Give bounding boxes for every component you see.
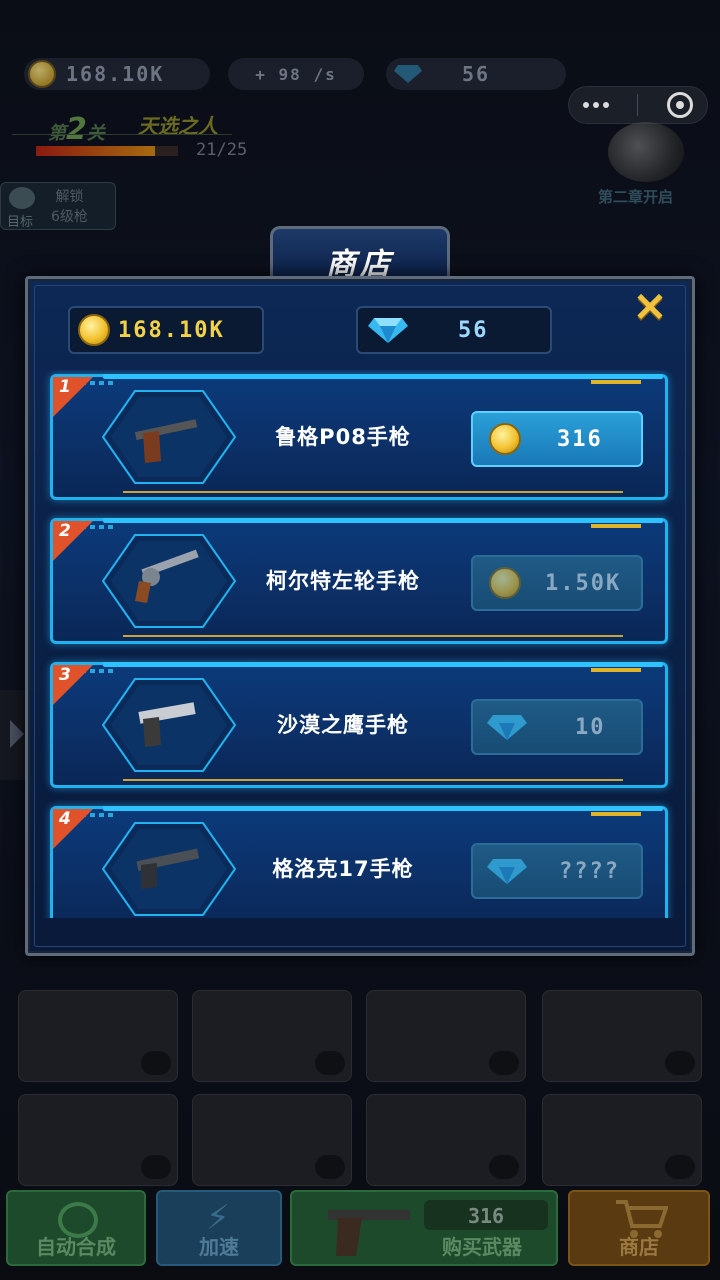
hud-gem-bar: 56	[386, 58, 566, 90]
buy-button[interactable]: 10	[471, 699, 643, 755]
shop-button[interactable]: 商店	[568, 1190, 710, 1266]
shop-item-list[interactable]: 1 鲁格P08手枪 316 2 柯尔特左轮手枪 1.50K 3 沙漠之鹰手枪 1…	[30, 370, 690, 918]
close-button[interactable]: ✕	[626, 288, 674, 328]
weapon-frame	[101, 678, 237, 772]
hud-coin-bar: 168.10K	[24, 58, 210, 90]
goal-box: 目标 解锁 6级枪	[0, 182, 116, 230]
buy-price: 316	[467, 1204, 505, 1228]
gem-icon	[394, 65, 422, 83]
buy-button[interactable]: ????	[471, 843, 643, 899]
buy-weapon-label: 购买武器	[442, 1235, 522, 1259]
coin-icon	[78, 314, 110, 346]
exp-text: 21/25	[196, 140, 248, 160]
gem-icon	[487, 859, 527, 884]
grid-slot[interactable]	[542, 990, 702, 1082]
speed-up-button[interactable]: ⚡ 加速	[156, 1190, 282, 1266]
coin-icon	[489, 567, 521, 599]
shop-label: 商店	[619, 1235, 659, 1259]
grid-slot[interactable]	[192, 990, 352, 1082]
exp-bar	[36, 146, 178, 156]
rank-number: 4	[59, 809, 71, 829]
buy-weapon-button[interactable]: 316 购买武器	[290, 1190, 558, 1266]
hud-income: + 98 /s	[255, 64, 337, 84]
chapter-planet-icon	[608, 122, 684, 182]
auto-merge-label: 自动合成	[36, 1235, 116, 1259]
item-name: 柯尔特左轮手枪	[266, 569, 420, 593]
level-indicator: 第2关	[48, 112, 105, 147]
grid-slot[interactable]	[18, 1094, 178, 1186]
gem-icon	[487, 715, 527, 740]
grid-slot[interactable]	[192, 1094, 352, 1186]
grid-slot[interactable]	[18, 990, 178, 1082]
shop-gem-box: 56	[356, 306, 552, 354]
weapon-frame	[101, 390, 237, 484]
buy-button[interactable]: 1.50K	[471, 555, 643, 611]
grid-slot[interactable]	[366, 1094, 526, 1186]
hud-coins: 168.10K	[66, 62, 165, 86]
grid-slot[interactable]	[542, 1094, 702, 1186]
hud-income-bar: + 98 /s	[228, 58, 364, 90]
goal-label: 目标	[7, 215, 34, 230]
item-price: 316	[557, 426, 603, 452]
item-name: 格洛克17手枪	[272, 857, 414, 881]
rank-number: 3	[59, 665, 71, 685]
pistol-icon	[328, 1210, 410, 1256]
chapter-text: 第二章开启	[598, 188, 674, 206]
shop-item: 3 沙漠之鹰手枪 10	[50, 662, 670, 790]
shop-gems: 56	[458, 317, 489, 343]
shop-item: 1 鲁格P08手枪 316	[50, 374, 670, 502]
shop-item: 2 柯尔特左轮手枪 1.50K	[50, 518, 670, 646]
item-price: 1.50K	[545, 570, 622, 596]
speed-up-label: 加速	[199, 1235, 239, 1259]
coin-icon	[489, 423, 521, 455]
rank-number: 1	[59, 377, 71, 397]
weapon-frame	[101, 822, 237, 916]
weapon-frame	[101, 534, 237, 628]
buy-button[interactable]: 316	[471, 411, 643, 467]
item-name: 鲁格P08手枪	[275, 425, 411, 449]
item-price: ????	[559, 858, 620, 884]
shop-item: 4 格洛克17手枪 ????	[50, 806, 670, 918]
auto-merge-button[interactable]: 自动合成	[6, 1190, 146, 1266]
mini-program-capsule	[568, 86, 708, 124]
coin-icon	[28, 60, 56, 88]
shop-coins: 168.10K	[118, 317, 225, 343]
close-x-icon: ✕	[633, 286, 667, 330]
goal-text: 解锁 6级枪	[51, 189, 88, 225]
more-icon[interactable]	[583, 102, 610, 108]
item-name: 沙漠之鹰手枪	[277, 713, 409, 737]
gem-icon	[368, 318, 408, 343]
rank-number: 2	[59, 521, 71, 541]
grid-slot[interactable]	[366, 990, 526, 1082]
shop-coin-box: 168.10K	[68, 306, 264, 354]
hud-gems: 56	[462, 62, 491, 86]
shop-title-tab: 商店	[270, 226, 450, 282]
item-price: 10	[575, 714, 606, 740]
exit-icon[interactable]	[666, 92, 693, 118]
